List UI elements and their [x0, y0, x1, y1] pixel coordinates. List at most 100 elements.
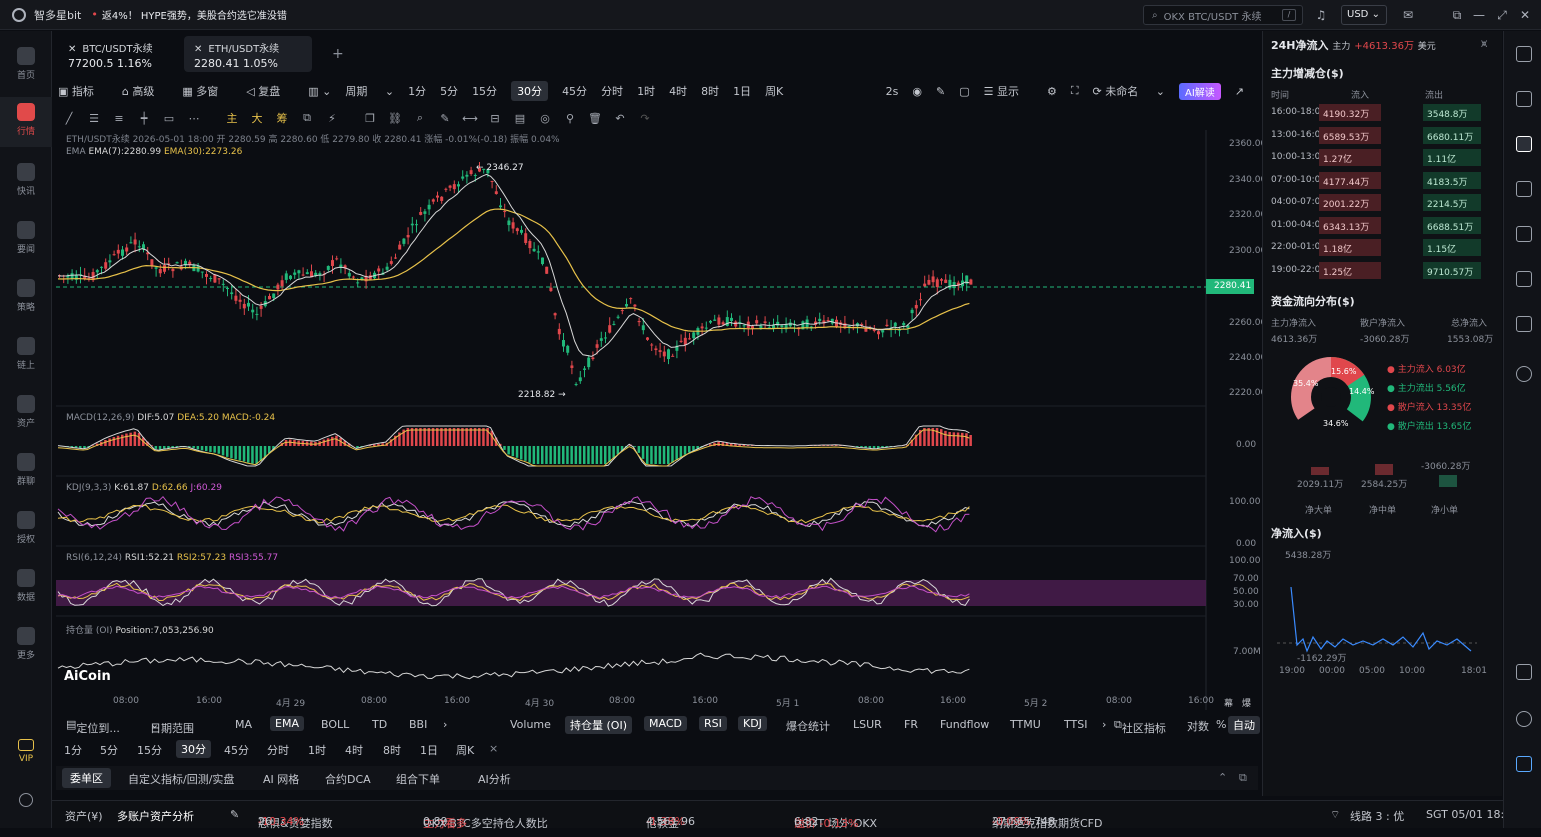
edit-icon[interactable]: ✎ [230, 808, 239, 821]
asset-label[interactable]: 资产(¥) [65, 808, 103, 824]
magic-icon[interactable]: ⚡ [321, 112, 343, 125]
screen-toggle[interactable]: 幕 [1224, 696, 1233, 709]
minimize-icon[interactable]: — [1472, 8, 1486, 22]
nav-item-flash-news[interactable]: 快讯 [0, 157, 52, 207]
nav-item-auth[interactable]: 授权 [0, 505, 52, 555]
nav-item-data[interactable]: 数据 [0, 563, 52, 613]
nav-item-home[interactable]: 首页 [0, 41, 52, 91]
ind-td[interactable]: TD [372, 718, 387, 731]
ind-fr[interactable]: FR [904, 718, 918, 731]
bell-icon[interactable]: ♫ [1314, 8, 1328, 22]
tb-candle-type[interactable]: ▥ ⌄ [308, 85, 331, 98]
period-timeshare[interactable]: 分时 [267, 742, 289, 758]
popout-icon[interactable]: ⧉ [1450, 8, 1464, 22]
maximize-icon[interactable]: ⤢ [1495, 8, 1509, 22]
log-scale-toggle[interactable]: 对数 [1187, 718, 1209, 734]
rect-tool-icon[interactable]: ▭ [158, 112, 180, 125]
brush-icon[interactable]: ✎ [434, 112, 456, 125]
tb-replay[interactable]: ◁ 复盘 [246, 83, 294, 99]
tab-btc[interactable]: ✕BTC/USDT永续 77200.5 1.16% [58, 36, 180, 72]
chevron-right-icon[interactable]: › [1102, 718, 1106, 731]
fund-flow-icon[interactable] [1516, 136, 1532, 152]
main-force-toggle[interactable]: 主 [221, 110, 243, 126]
chart-box-icon[interactable] [1516, 226, 1532, 242]
nav-item-onchain[interactable]: 链上 [0, 331, 52, 381]
copy-icon[interactable]: ⧉ [296, 111, 318, 125]
tab-contract-dca[interactable]: 合约DCA [325, 771, 371, 787]
magnet-icon[interactable]: ◎ [534, 112, 556, 125]
nav-item-assets[interactable]: 资产 [0, 389, 52, 439]
ind-kdj[interactable]: KDJ [738, 716, 767, 731]
tb-multi[interactable]: ▦ 多窗 [182, 83, 232, 99]
ind-boll[interactable]: BOLL [321, 718, 349, 731]
currency-select[interactable]: USD ⌄ [1341, 5, 1387, 25]
stamp-icon[interactable]: ▤ [509, 112, 531, 125]
liquidation-toggle[interactable]: 爆 [1242, 696, 1251, 709]
tb-display[interactable]: ☰ 显示 [984, 83, 1033, 99]
fullscreen-icon[interactable]: ⛶ [1071, 84, 1079, 98]
ind-volume[interactable]: Volume [510, 718, 551, 731]
assistant-icon[interactable] [1516, 756, 1532, 772]
hlines-tool-icon[interactable]: ☰ [83, 112, 105, 125]
nav-item-vip[interactable]: VIP [0, 733, 52, 783]
period-week[interactable]: 周K [456, 742, 474, 758]
tab-ai-analysis[interactable]: AI分析 [478, 771, 511, 787]
locate-button[interactable]: ▤ 定位到... [66, 718, 76, 731]
community-indicator-button[interactable]: ⧉ 社区指标 [1114, 718, 1122, 732]
search-input[interactable]: ⌕ OKX BTC/USDT 永续 / [1143, 5, 1303, 25]
channel-tool-icon[interactable]: ≡ [108, 112, 130, 125]
document-icon[interactable] [1516, 91, 1532, 107]
more-tools-icon[interactable]: ⋯ [183, 112, 205, 125]
macd-label[interactable]: MACD(12,26,9) [66, 413, 134, 423]
ind-liquidation[interactable]: 爆仓统计 [786, 718, 830, 734]
big-order-toggle[interactable]: 大 [246, 110, 268, 126]
tab-orders[interactable]: 委单区 [62, 768, 111, 788]
tb-indicator[interactable]: ▣ 指标 [58, 83, 108, 99]
close-icon[interactable]: ✕ [68, 44, 76, 55]
tb-4h[interactable]: 4时 [669, 83, 687, 99]
zoom-icon[interactable]: ⌕ [409, 111, 431, 125]
link-icon[interactable]: ⛓ [384, 112, 406, 125]
tb-8h[interactable]: 8时 [701, 83, 719, 99]
camera-icon[interactable]: ◉ [912, 85, 922, 98]
period-5m[interactable]: 5分 [100, 742, 118, 758]
tb-45m[interactable]: 45分 [562, 83, 587, 99]
line-tool-icon[interactable]: ╱ [58, 112, 80, 125]
period-4h[interactable]: 4时 [345, 742, 363, 758]
undo-icon[interactable]: ↶ [609, 112, 631, 125]
nav-item-strategy[interactable]: 策略 [0, 273, 52, 323]
bot-icon[interactable] [1516, 316, 1532, 332]
mail-icon[interactable]: ✉ [1401, 8, 1415, 22]
ind-oi[interactable]: 持仓量 (OI) [565, 716, 632, 734]
lock-icon[interactable]: ⊟ [484, 112, 506, 125]
redo-icon[interactable]: ↷ [634, 112, 656, 125]
account-analysis[interactable]: 多账户资产分析 [117, 808, 194, 824]
add-tab-icon[interactable]: + [332, 46, 344, 62]
ind-ema[interactable]: EMA [270, 716, 304, 731]
settings-button[interactable] [0, 787, 52, 837]
network-line[interactable]: 线路 3 : 优 [1350, 808, 1404, 824]
ema-label[interactable]: EMA [66, 147, 86, 157]
tab-custom-indicator[interactable]: 自定义指标/回测/实盘 [128, 771, 234, 787]
trash-icon[interactable]: 🗑 [584, 112, 606, 125]
nav-item-news[interactable]: 要闻 [0, 215, 52, 265]
rsi-label[interactable]: RSI(6,12,24) [66, 553, 122, 563]
period-15m[interactable]: 15分 [137, 742, 162, 758]
tb-1d[interactable]: 1日 [733, 83, 751, 99]
tb-timeshare[interactable]: 分时 [601, 83, 623, 99]
tb-1m[interactable]: 1分 [408, 83, 426, 99]
date-range-button[interactable]: 日期范围 ⌄ [150, 718, 159, 731]
ind-rsi[interactable]: RSI [699, 716, 727, 731]
ind-bbi[interactable]: BBI [409, 718, 427, 731]
kdj-label[interactable]: KDJ(9,3,3) [66, 483, 111, 493]
ind-lsur[interactable]: LSUR [853, 718, 882, 731]
hline-tool-icon[interactable]: ┿ [133, 112, 155, 125]
tab-combo-order[interactable]: 组合下单 [396, 771, 440, 787]
popout-icon[interactable]: ⧉ [1239, 771, 1247, 785]
chevron-up-icon[interactable]: ⌃ [1218, 771, 1227, 784]
filter-icon[interactable]: ⚲ [559, 112, 581, 125]
ai-explain-button[interactable]: AI解读 [1179, 83, 1221, 100]
period-1h[interactable]: 1时 [308, 742, 326, 758]
close-icon[interactable]: ✕ [1518, 8, 1532, 22]
close-icon[interactable]: ✕ [194, 44, 202, 55]
